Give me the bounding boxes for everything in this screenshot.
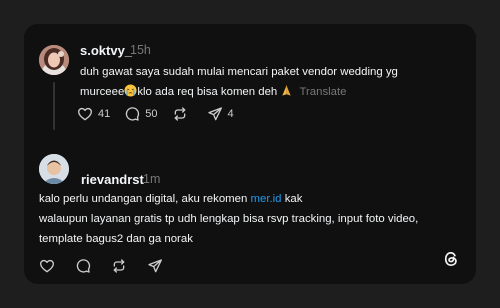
share-button[interactable]: 4: [207, 106, 234, 122]
post-text-line: walaupun layanan gratis tp udh lengkap b…: [39, 213, 419, 225]
post-text-line: murceee klo ada req bisa komen deh Transl…: [80, 82, 398, 102]
comment-icon: [126, 107, 140, 121]
translate-link[interactable]: Translate: [299, 86, 346, 98]
post-text-segment: kak: [281, 193, 303, 205]
post-text-line: template bagus2 dan ga norak: [39, 233, 193, 245]
repost-icon: [113, 259, 125, 273]
share-icon: [148, 259, 162, 273]
heart-icon: [78, 107, 92, 121]
timestamp: 1m: [143, 172, 161, 186]
share-icon: [207, 107, 222, 121]
post-actions: 41 50 4: [77, 104, 248, 124]
reply-button[interactable]: [75, 258, 91, 274]
repost-button[interactable]: [111, 258, 127, 274]
threads-logo-icon[interactable]: [442, 250, 460, 268]
username[interactable]: rievandrst: [81, 172, 144, 187]
timestamp: 15h: [130, 43, 151, 57]
avatar[interactable]: [39, 154, 69, 184]
crying-face-emoji-icon: [124, 84, 137, 97]
repost-icon: [174, 107, 185, 121]
folded-hands-emoji-icon: [282, 85, 292, 96]
post-actions: [39, 256, 183, 276]
avatar[interactable]: [39, 45, 69, 75]
post-text: duh gawat saya sudah mulai mencari paket…: [80, 62, 398, 102]
post-text-segment: klo ada req bisa komen deh: [137, 86, 278, 98]
post-text-segment: kalo perlu undangan digital, aku rekomen: [39, 193, 251, 205]
username[interactable]: s.oktvy_: [80, 43, 132, 58]
post-text-line: kalo perlu undangan digital, aku rekomen…: [39, 189, 418, 209]
heart-icon: [40, 259, 54, 273]
thread-card: s.oktvy_ 15h duh gawat saya sudah mulai …: [24, 24, 476, 284]
reply-button[interactable]: 50: [124, 106, 158, 122]
share-count: 4: [227, 108, 234, 120]
post-text: kalo perlu undangan digital, aku rekomen…: [39, 189, 418, 249]
like-count: 41: [98, 108, 111, 120]
reply-count: 50: [145, 108, 158, 120]
mention-link[interactable]: mer.id: [251, 193, 282, 205]
thread-line: [53, 82, 55, 130]
repost-button[interactable]: [172, 106, 193, 122]
post-text-line: duh gawat saya sudah mulai mencari paket…: [80, 66, 398, 78]
like-button[interactable]: 41: [77, 106, 110, 122]
share-button[interactable]: [147, 258, 163, 274]
post-text-segment: murceee: [80, 86, 125, 98]
like-button[interactable]: [39, 258, 55, 274]
comment-icon: [76, 259, 91, 273]
